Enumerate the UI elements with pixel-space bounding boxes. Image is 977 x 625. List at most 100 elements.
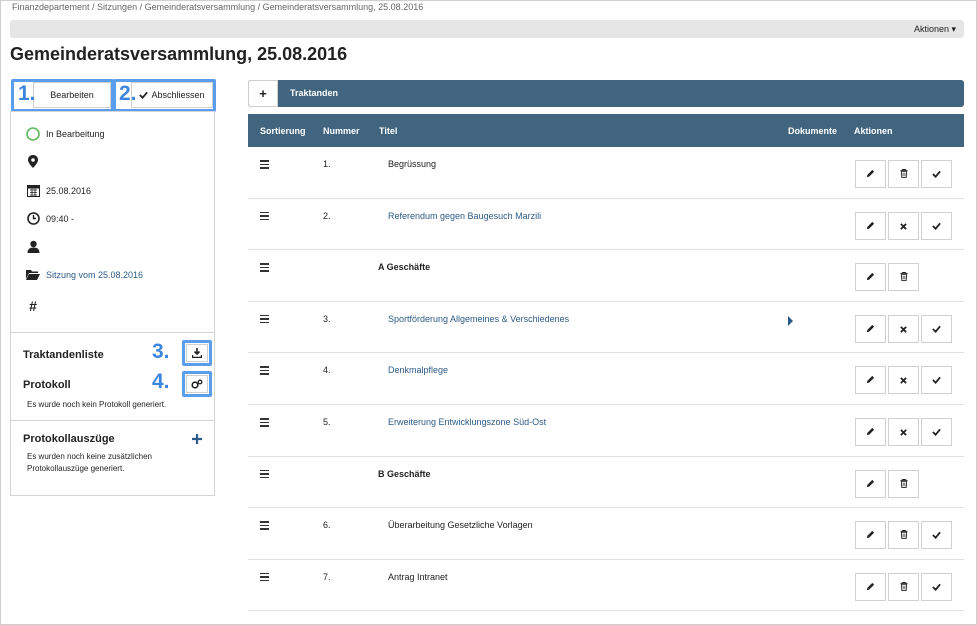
remove-row-button[interactable]: [888, 211, 919, 240]
gears-icon: [191, 379, 203, 389]
map-marker-icon: [25, 155, 41, 168]
edit-button[interactable]: Bearbeiten: [33, 82, 111, 108]
documents-caret-icon[interactable]: [788, 315, 793, 326]
drag-handle-icon[interactable]: [260, 521, 269, 532]
column-header-sort[interactable]: Sortierung: [260, 126, 306, 136]
excerpts-empty-text-2: Protokollauszüge generiert.: [27, 464, 125, 473]
row-number: 6.: [323, 520, 331, 531]
table-row[interactable]: B Geschäfte: [248, 457, 964, 509]
table-row[interactable]: A Geschäfte: [248, 250, 964, 302]
row-section-heading: B Geschäfte: [378, 468, 431, 479]
drag-handle-icon[interactable]: [260, 469, 269, 481]
close-icon: [900, 320, 907, 338]
close-icon: [900, 423, 907, 441]
remove-row-button[interactable]: [888, 314, 919, 343]
close-meeting-button[interactable]: Abschliessen: [131, 82, 213, 108]
meeting-details-panel: In Bearbeitung 25.08.2016 09:40 - Sitzun…: [10, 111, 215, 496]
meeting-folder-link[interactable]: Sitzung vom 25.08.2016: [46, 270, 143, 280]
edit-row-button[interactable]: [855, 469, 886, 498]
column-header-documents[interactable]: Dokumente: [788, 126, 837, 136]
annotation-number-4: 4.: [152, 370, 170, 393]
breadcrumb[interactable]: Finanzdepartement / Sitzungen / Gemeinde…: [12, 2, 423, 12]
generate-protocol-button[interactable]: [186, 375, 208, 393]
trash-icon: [899, 475, 908, 493]
annotation-number-3: 3.: [152, 340, 170, 363]
table-row[interactable]: 4. Denkmalpflege: [248, 353, 964, 405]
pencil-icon: [866, 217, 875, 235]
delete-row-button[interactable]: [888, 572, 919, 601]
edit-row-button[interactable]: [855, 160, 886, 188]
row-title[interactable]: Sportförderung Allgemeines & Verschieden…: [388, 314, 569, 324]
edit-row-button[interactable]: [855, 211, 886, 240]
drag-handle-icon[interactable]: [260, 366, 269, 377]
delete-row-button[interactable]: [888, 160, 919, 188]
check-icon: [139, 91, 149, 99]
complete-row-button[interactable]: [921, 211, 952, 240]
edit-row-button[interactable]: [855, 418, 886, 446]
pencil-icon: [866, 320, 875, 338]
check-icon: [932, 217, 941, 235]
table-row[interactable]: 1. Begrüssung: [248, 147, 964, 199]
drag-handle-icon[interactable]: [260, 263, 269, 274]
pencil-icon: [866, 268, 875, 286]
pencil-icon: [866, 423, 875, 441]
edit-row-button[interactable]: [855, 314, 886, 343]
edit-row-button[interactable]: [855, 263, 886, 292]
complete-row-button[interactable]: [921, 160, 952, 188]
remove-row-button[interactable]: [888, 366, 919, 395]
complete-row-button[interactable]: [921, 572, 952, 601]
complete-row-button[interactable]: [921, 521, 952, 550]
delete-row-button[interactable]: [888, 263, 919, 292]
table-row[interactable]: 2. Referendum gegen Baugesuch Marzili: [248, 199, 964, 251]
complete-row-button[interactable]: [921, 366, 952, 395]
pencil-icon: [866, 475, 875, 493]
status-text: In Bearbeitung: [46, 129, 105, 139]
complete-row-button[interactable]: [921, 418, 952, 446]
drag-handle-icon[interactable]: [260, 211, 269, 223]
date-row: 25.08.2016: [25, 184, 91, 197]
annotation-number-2: 2.: [119, 82, 137, 105]
trash-icon: [899, 526, 908, 544]
column-header-number[interactable]: Nummer: [323, 126, 360, 136]
drag-handle-icon[interactable]: [260, 160, 269, 171]
trash-icon: [899, 578, 908, 596]
status-row: In Bearbeitung: [25, 127, 105, 141]
tab-agenda[interactable]: Traktanden: [290, 88, 338, 98]
edit-row-button[interactable]: [855, 521, 886, 550]
drag-handle-icon[interactable]: [260, 418, 269, 429]
row-title[interactable]: Referendum gegen Baugesuch Marzili: [388, 211, 541, 221]
page-title: Gemeinderatsversammlung, 25.08.2016: [10, 44, 348, 64]
clock-icon: [25, 212, 41, 225]
plus-icon[interactable]: [192, 434, 202, 444]
delete-row-button[interactable]: [888, 521, 919, 550]
complete-row-button[interactable]: [921, 314, 952, 343]
table-row[interactable]: 3. Sportförderung Allgemeines & Verschied…: [248, 302, 964, 354]
row-title[interactable]: Erweiterung Entwicklungszone Süd-Ost: [388, 417, 546, 427]
time-row: 09:40 -: [25, 212, 74, 225]
panel-divider: [11, 420, 214, 421]
check-icon: [932, 165, 941, 183]
actions-dropdown[interactable]: Aktionen ▾: [914, 24, 956, 35]
table-row[interactable]: 5. Erweiterung Entwicklungszone Süd-Ost: [248, 405, 964, 457]
excerpts-empty-text-1: Es wurden noch keine zusätzlichen: [27, 452, 152, 461]
drag-handle-icon[interactable]: [260, 572, 269, 584]
download-agenda-button[interactable]: [186, 344, 208, 362]
table-row[interactable]: 7. Antrag Intranet: [248, 560, 964, 612]
row-title: Begrüssung: [388, 159, 437, 169]
delete-row-button[interactable]: [888, 469, 919, 498]
column-header-actions[interactable]: Aktionen: [854, 126, 893, 136]
edit-row-button[interactable]: [855, 366, 886, 395]
drag-handle-icon[interactable]: [260, 314, 269, 326]
location-row: [25, 155, 46, 168]
trash-icon: [899, 165, 908, 183]
pencil-icon: [866, 371, 875, 389]
column-header-title[interactable]: Titel: [379, 126, 397, 136]
add-tab-button[interactable]: +: [248, 80, 278, 107]
row-title[interactable]: Denkmalpflege: [388, 365, 448, 375]
hash-row: #: [25, 298, 46, 314]
remove-row-button[interactable]: [888, 418, 919, 446]
edit-row-button[interactable]: [855, 572, 886, 601]
table-row[interactable]: 6. Überarbeitung Gesetzliche Vorlagen: [248, 508, 964, 560]
close-icon: [900, 217, 907, 235]
check-icon: [932, 423, 941, 441]
